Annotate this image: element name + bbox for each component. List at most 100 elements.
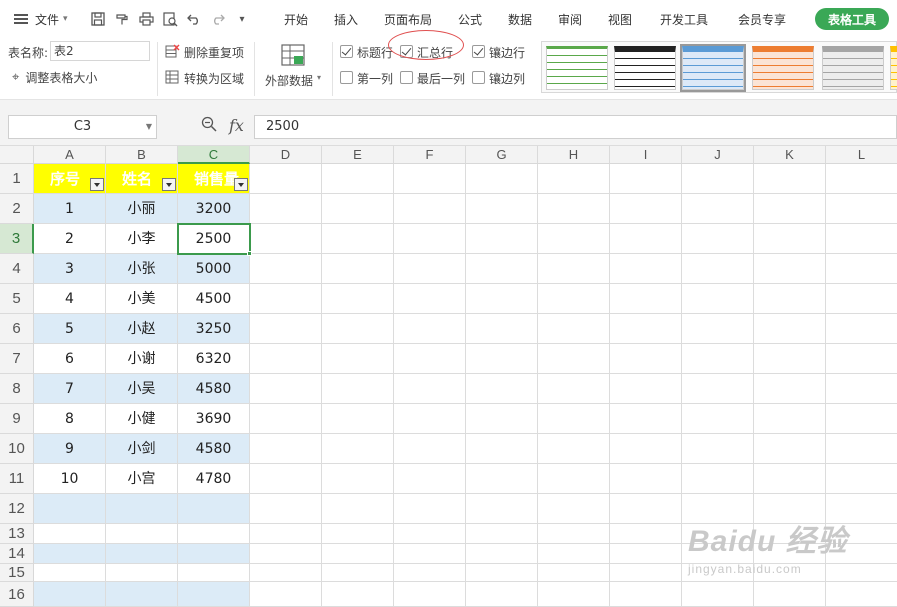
row-header-2[interactable]: 2 xyxy=(0,194,34,224)
row-header-7[interactable]: 7 xyxy=(0,344,34,374)
cell-d8[interactable] xyxy=(250,374,322,404)
cell-i10[interactable] xyxy=(610,434,682,464)
cell-g10[interactable] xyxy=(466,434,538,464)
select-all-corner[interactable] xyxy=(0,146,34,164)
cell-h12[interactable] xyxy=(538,494,610,524)
cell-d7[interactable] xyxy=(250,344,322,374)
table-cell[interactable]: 10 xyxy=(34,464,106,494)
cell-k6[interactable] xyxy=(754,314,826,344)
cell-f5[interactable] xyxy=(394,284,466,314)
cell-e15[interactable] xyxy=(322,564,394,582)
table-cell[interactable]: 4 xyxy=(34,284,106,314)
cell-g12[interactable] xyxy=(466,494,538,524)
cell-g6[interactable] xyxy=(466,314,538,344)
first-column-checkbox[interactable] xyxy=(340,71,353,84)
cell-h14[interactable] xyxy=(538,544,610,564)
cell-d12[interactable] xyxy=(250,494,322,524)
table-cell[interactable]: 小宫 xyxy=(106,464,178,494)
cell-e7[interactable] xyxy=(322,344,394,374)
table-style-gray[interactable] xyxy=(822,46,884,90)
column-header-i[interactable]: I xyxy=(610,146,682,164)
tab-review[interactable]: 审阅 xyxy=(558,0,582,38)
cell-h13[interactable] xyxy=(538,524,610,544)
cell-l10[interactable] xyxy=(826,434,897,464)
cell-k8[interactable] xyxy=(754,374,826,404)
external-data-button[interactable]: 外部数据 ▾ xyxy=(263,42,323,94)
cell-d9[interactable] xyxy=(250,404,322,434)
table-cell[interactable]: 小健 xyxy=(106,404,178,434)
cell-k5[interactable] xyxy=(754,284,826,314)
table-style-orange[interactable] xyxy=(752,46,814,90)
cell-k9[interactable] xyxy=(754,404,826,434)
cell-g5[interactable] xyxy=(466,284,538,314)
cell-e4[interactable] xyxy=(322,254,394,284)
table-cell[interactable] xyxy=(106,564,178,582)
row-header-3[interactable]: 3 xyxy=(0,224,34,254)
table-cell[interactable]: 5 xyxy=(34,314,106,344)
column-header-h[interactable]: H xyxy=(538,146,610,164)
remove-duplicates-button[interactable]: 删除重复项 xyxy=(165,43,244,61)
column-header-e[interactable]: E xyxy=(322,146,394,164)
cell-k11[interactable] xyxy=(754,464,826,494)
cell-e3[interactable] xyxy=(322,224,394,254)
cell-j4[interactable] xyxy=(682,254,754,284)
cell-l11[interactable] xyxy=(826,464,897,494)
formula-input[interactable]: 2500 xyxy=(254,115,897,139)
table-header-cell[interactable]: 销售量 xyxy=(178,164,250,194)
cell-e14[interactable] xyxy=(322,544,394,564)
cell-j6[interactable] xyxy=(682,314,754,344)
cell-e9[interactable] xyxy=(322,404,394,434)
zoom-icon[interactable] xyxy=(201,116,217,136)
cell-l4[interactable] xyxy=(826,254,897,284)
table-cell[interactable]: 4580 xyxy=(178,374,250,404)
table-cell[interactable]: 小剑 xyxy=(106,434,178,464)
tab-insert[interactable]: 插入 xyxy=(334,0,358,38)
cell-j9[interactable] xyxy=(682,404,754,434)
row-header-15[interactable]: 15 xyxy=(0,564,34,582)
cell-f6[interactable] xyxy=(394,314,466,344)
table-style-blue[interactable] xyxy=(680,44,746,92)
table-cell[interactable] xyxy=(34,524,106,544)
row-header-13[interactable]: 13 xyxy=(0,524,34,544)
cell-j8[interactable] xyxy=(682,374,754,404)
table-cell[interactable]: 小吴 xyxy=(106,374,178,404)
cell-j10[interactable] xyxy=(682,434,754,464)
cell-e10[interactable] xyxy=(322,434,394,464)
cell-i7[interactable] xyxy=(610,344,682,374)
redo-icon[interactable] xyxy=(206,7,230,31)
cell-h6[interactable] xyxy=(538,314,610,344)
table-cell[interactable]: 小张 xyxy=(106,254,178,284)
cell-j11[interactable] xyxy=(682,464,754,494)
table-cell[interactable] xyxy=(106,524,178,544)
cell-f12[interactable] xyxy=(394,494,466,524)
tab-view[interactable]: 视图 xyxy=(608,0,632,38)
row-header-10[interactable]: 10 xyxy=(0,434,34,464)
cell-f1[interactable] xyxy=(394,164,466,194)
cell-i15[interactable] xyxy=(610,564,682,582)
first-column-option[interactable]: 第一列 xyxy=(340,70,396,86)
cell-e2[interactable] xyxy=(322,194,394,224)
cell-d15[interactable] xyxy=(250,564,322,582)
cell-g4[interactable] xyxy=(466,254,538,284)
tab-developer[interactable]: 开发工具 xyxy=(660,0,708,38)
cell-l5[interactable] xyxy=(826,284,897,314)
cell-f13[interactable] xyxy=(394,524,466,544)
table-cell[interactable]: 3200 xyxy=(178,194,250,224)
table-cell[interactable] xyxy=(178,524,250,544)
print-icon[interactable] xyxy=(134,7,158,31)
cell-d2[interactable] xyxy=(250,194,322,224)
tab-data[interactable]: 数据 xyxy=(508,0,532,38)
table-cell[interactable]: 8 xyxy=(34,404,106,434)
table-cell[interactable] xyxy=(34,544,106,564)
table-cell[interactable]: 5000 xyxy=(178,254,250,284)
table-style-black[interactable] xyxy=(614,46,676,90)
cell-k2[interactable] xyxy=(754,194,826,224)
cell-k3[interactable] xyxy=(754,224,826,254)
cell-i3[interactable] xyxy=(610,224,682,254)
cell-f8[interactable] xyxy=(394,374,466,404)
cell-i1[interactable] xyxy=(610,164,682,194)
cell-e12[interactable] xyxy=(322,494,394,524)
table-cell[interactable]: 3 xyxy=(34,254,106,284)
cell-g3[interactable] xyxy=(466,224,538,254)
table-cell[interactable] xyxy=(34,582,106,607)
